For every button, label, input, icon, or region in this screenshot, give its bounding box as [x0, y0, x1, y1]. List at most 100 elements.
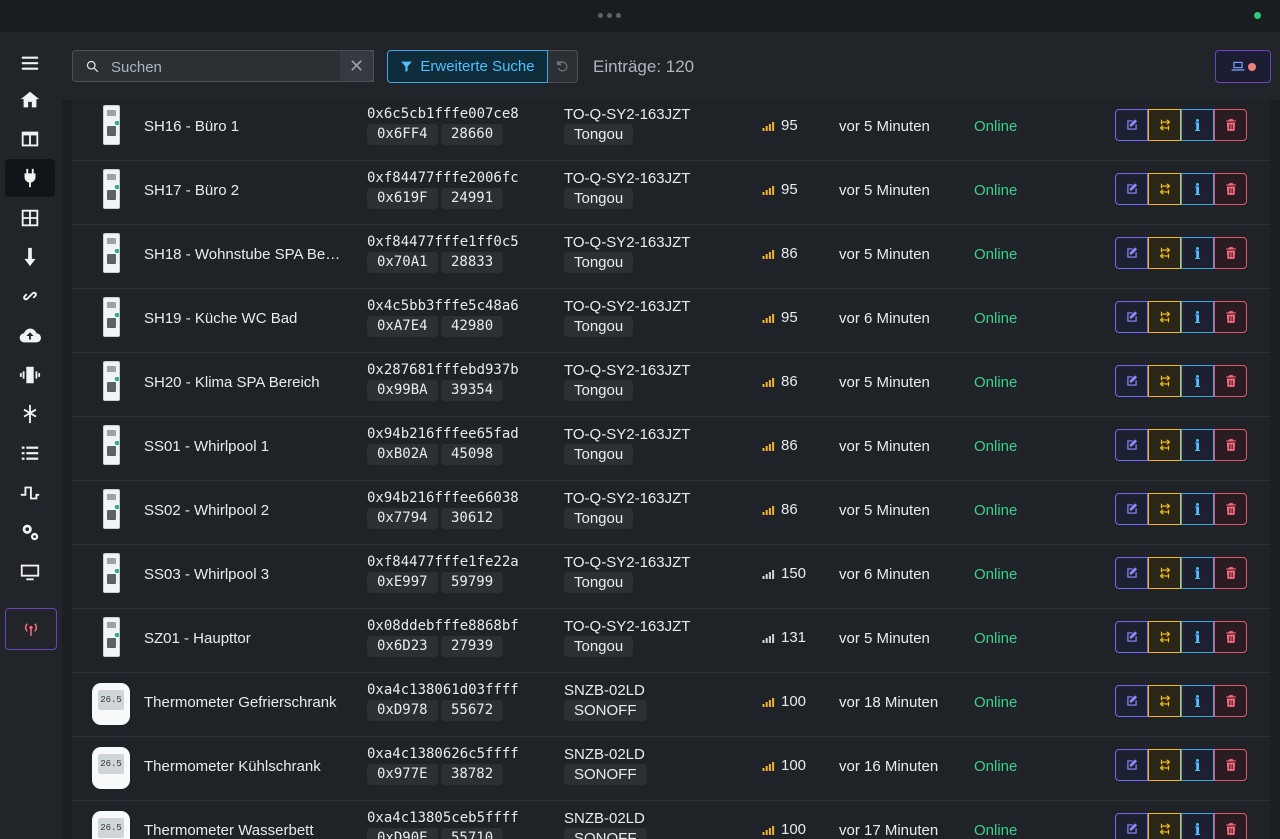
reconfigure-button[interactable] [1148, 301, 1181, 333]
rename-button[interactable] [1115, 109, 1148, 141]
sidebar-item-menu[interactable] [5, 44, 55, 82]
rename-button[interactable] [1115, 493, 1148, 525]
device-name-link[interactable]: SS01 - Whirlpool 1 [144, 438, 344, 455]
reconfigure-button[interactable] [1148, 173, 1181, 205]
device-thumbnail[interactable]: 26.5 [89, 681, 133, 727]
remove-button[interactable] [1214, 429, 1247, 461]
sidebar-item-touchlink[interactable] [5, 356, 55, 394]
interview-button[interactable]: i [1181, 173, 1214, 205]
sidebar-item-ota[interactable] [5, 238, 55, 276]
remove-button[interactable] [1214, 301, 1247, 333]
reconfigure-button[interactable] [1148, 621, 1181, 653]
device-name-link[interactable]: SH18 - Wohnstube SPA Bereich [144, 246, 344, 263]
interview-button[interactable]: i [1181, 813, 1214, 839]
rename-button[interactable] [1115, 237, 1148, 269]
sidebar-item-binds[interactable] [5, 277, 55, 315]
device-thumbnail[interactable] [89, 489, 133, 535]
device-name-link[interactable]: SZ01 - Haupttor [144, 630, 344, 647]
advanced-search-button[interactable]: Erweiterte Suche [387, 50, 548, 83]
table-row[interactable]: SH18 - Wohnstube SPA Bereich 0xf84477fff… [72, 225, 1270, 289]
columns-toggle-button[interactable] [1215, 50, 1271, 83]
rename-button[interactable] [1115, 813, 1148, 839]
table-row[interactable]: SS01 - Whirlpool 1 0x94b216fffee65fad 0x… [72, 417, 1270, 481]
table-row[interactable]: SS02 - Whirlpool 2 0x94b216fffee66038 0x… [72, 481, 1270, 545]
device-name-link[interactable]: SH17 - Büro 2 [144, 182, 344, 199]
reconfigure-button[interactable] [1148, 365, 1181, 397]
rename-button[interactable] [1115, 621, 1148, 653]
table-row[interactable]: SH20 - Klima SPA Bereich 0x287681fffebd9… [72, 353, 1270, 417]
remove-button[interactable] [1214, 365, 1247, 397]
table-row[interactable]: SH19 - Küche WC Bad 0x4c5bb3fffe5c48a6 0… [72, 289, 1270, 353]
rename-button[interactable] [1115, 301, 1148, 333]
sidebar-item-settings[interactable] [5, 513, 55, 551]
interview-button[interactable]: i [1181, 237, 1214, 269]
interview-button[interactable]: i [1181, 109, 1214, 141]
sidebar-item-extensions[interactable] [5, 474, 55, 512]
table-row[interactable]: SS03 - Whirlpool 3 0xf84477fffe1fe22a 0x… [72, 545, 1270, 609]
device-thumbnail[interactable] [89, 553, 133, 599]
sidebar-item-home[interactable] [5, 81, 55, 119]
interview-button[interactable]: i [1181, 557, 1214, 589]
reconfigure-button[interactable] [1148, 109, 1181, 141]
sidebar-item-logs[interactable] [5, 434, 55, 472]
rename-button[interactable] [1115, 557, 1148, 589]
device-thumbnail[interactable] [89, 105, 133, 151]
remove-button[interactable] [1214, 621, 1247, 653]
sidebar-item-frontend[interactable] [5, 553, 55, 591]
table-row[interactable]: 26.5 Thermometer Wasserbett 0xa4c13805ce… [72, 801, 1270, 839]
device-thumbnail[interactable] [89, 169, 133, 215]
table-row[interactable]: SH16 - Büro 1 0x6c5cb1fffe007ce8 0x6FF4 … [72, 100, 1270, 161]
remove-button[interactable] [1214, 749, 1247, 781]
interview-button[interactable]: i [1181, 493, 1214, 525]
device-thumbnail[interactable] [89, 233, 133, 279]
reconfigure-button[interactable] [1148, 429, 1181, 461]
sidebar-item-dashboard[interactable] [5, 120, 55, 158]
remove-button[interactable] [1214, 557, 1247, 589]
rename-button[interactable] [1115, 749, 1148, 781]
sidebar-item-groups[interactable] [5, 199, 55, 237]
interview-button[interactable]: i [1181, 429, 1214, 461]
interview-button[interactable]: i [1181, 365, 1214, 397]
device-name-link[interactable]: SH20 - Klima SPA Bereich [144, 374, 344, 391]
remove-button[interactable] [1214, 493, 1247, 525]
clear-search-button[interactable]: ✕ [340, 50, 374, 82]
reconfigure-button[interactable] [1148, 685, 1181, 717]
search-input[interactable] [109, 56, 363, 78]
device-name-link[interactable]: SS02 - Whirlpool 2 [144, 502, 344, 519]
reset-filter-button[interactable] [548, 50, 578, 83]
sidebar-item-permit-join[interactable] [5, 608, 57, 650]
reconfigure-button[interactable] [1148, 749, 1181, 781]
interview-button[interactable]: i [1181, 749, 1214, 781]
rename-button[interactable] [1115, 173, 1148, 205]
remove-button[interactable] [1214, 237, 1247, 269]
device-thumbnail[interactable]: 26.5 [89, 745, 133, 791]
interview-button[interactable]: i [1181, 685, 1214, 717]
device-name-link[interactable]: Thermometer Wasserbett [144, 822, 344, 839]
device-name-link[interactable]: Thermometer Gefrierschrank [144, 694, 344, 711]
interview-button[interactable]: i [1181, 621, 1214, 653]
device-name-link[interactable]: SH19 - Küche WC Bad [144, 310, 344, 327]
device-thumbnail[interactable] [89, 361, 133, 407]
remove-button[interactable] [1214, 173, 1247, 205]
reconfigure-button[interactable] [1148, 237, 1181, 269]
reconfigure-button[interactable] [1148, 493, 1181, 525]
device-thumbnail[interactable]: 26.5 [89, 809, 133, 839]
window-menu-dots[interactable] [598, 13, 621, 18]
device-thumbnail[interactable] [89, 297, 133, 343]
remove-button[interactable] [1214, 109, 1247, 141]
device-name-link[interactable]: SH16 - Büro 1 [144, 118, 344, 135]
sidebar-item-devices[interactable] [5, 159, 55, 197]
remove-button[interactable] [1214, 685, 1247, 717]
table-row[interactable]: SZ01 - Haupttor 0x08ddebfffe8868bf 0x6D2… [72, 609, 1270, 673]
reconfigure-button[interactable] [1148, 813, 1181, 839]
reconfigure-button[interactable] [1148, 557, 1181, 589]
sidebar-item-network[interactable] [5, 395, 55, 433]
remove-button[interactable] [1214, 813, 1247, 839]
rename-button[interactable] [1115, 429, 1148, 461]
interview-button[interactable]: i [1181, 301, 1214, 333]
device-name-link[interactable]: SS03 - Whirlpool 3 [144, 566, 344, 583]
sidebar-item-backup[interactable] [5, 317, 55, 355]
table-row[interactable]: SH17 - Büro 2 0xf84477fffe2006fc 0x619F … [72, 161, 1270, 225]
device-name-link[interactable]: Thermometer Kühlschrank [144, 758, 344, 775]
device-thumbnail[interactable] [89, 425, 133, 471]
